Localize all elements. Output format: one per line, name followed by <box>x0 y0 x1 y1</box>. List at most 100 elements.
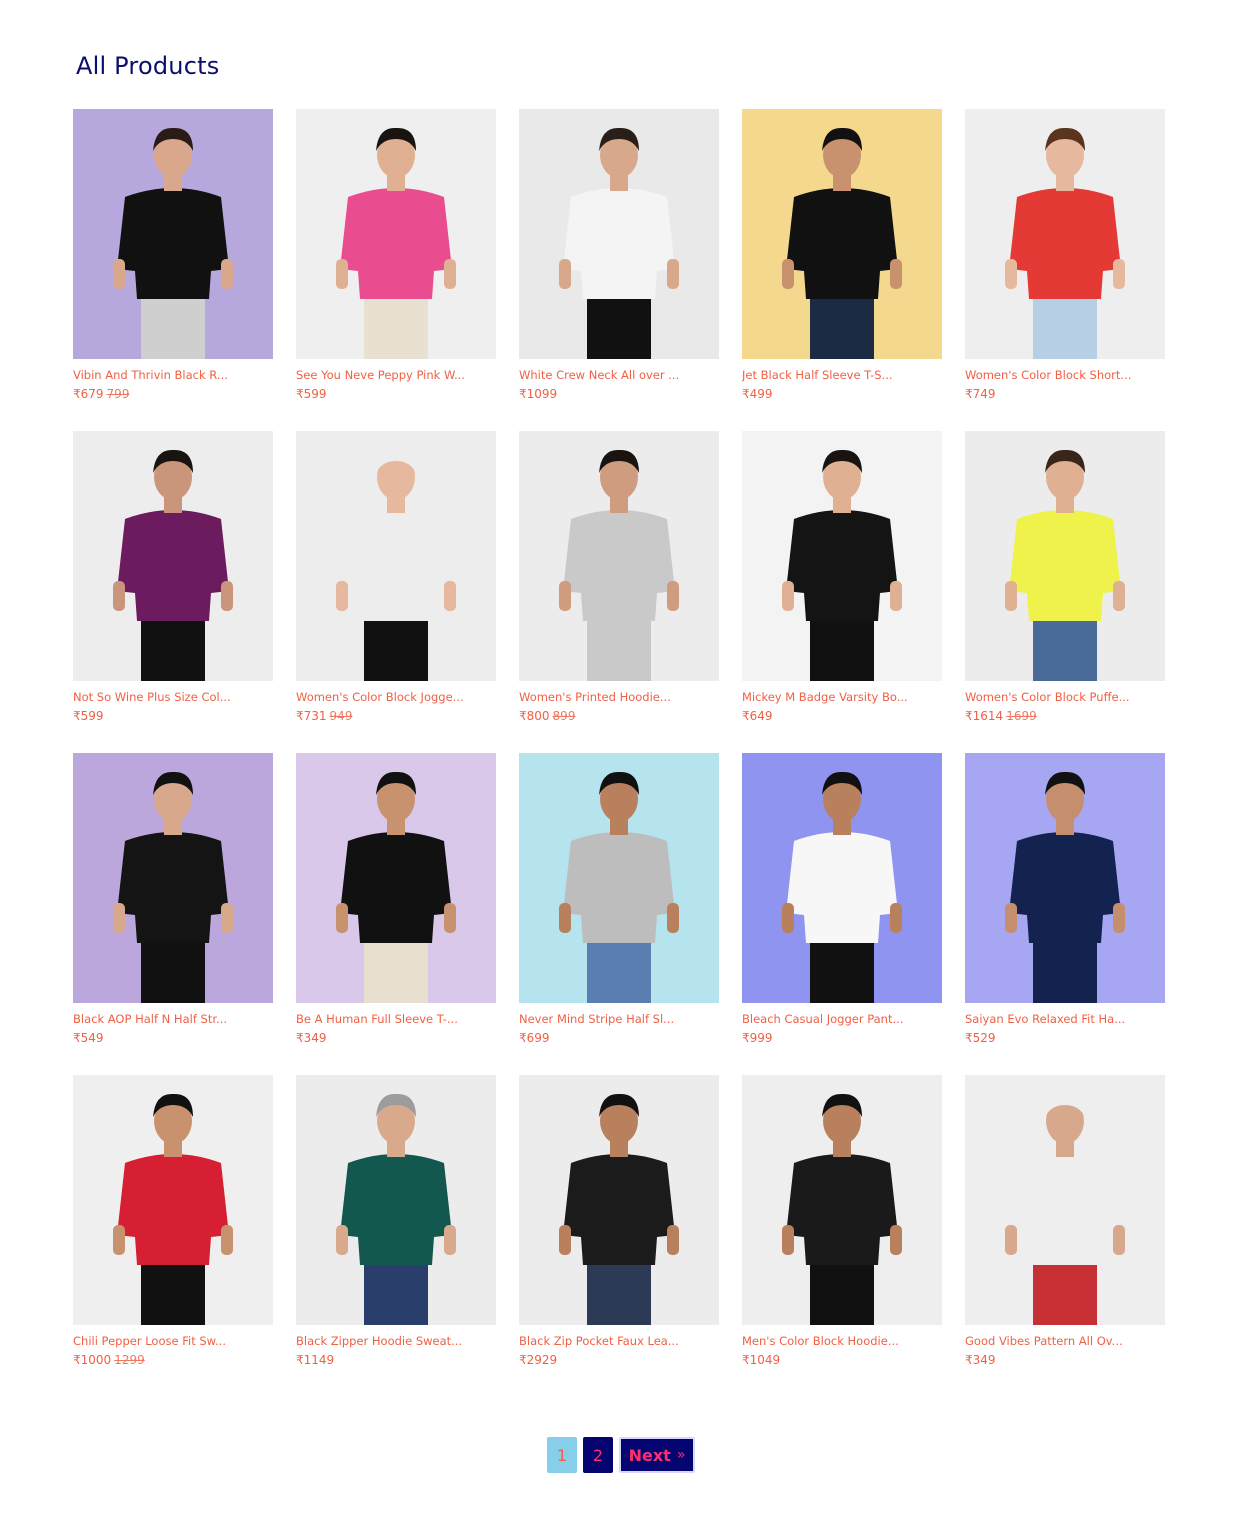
product-card[interactable]: Be A Human Full Sleeve T-... ₹349 <box>296 753 497 1045</box>
model-figure <box>782 1093 902 1325</box>
model-figure <box>113 771 233 1003</box>
product-image[interactable] <box>519 109 719 359</box>
product-card[interactable]: Bleach Casual Jogger Pant... ₹999 <box>742 753 943 1045</box>
product-name[interactable]: Black Zip Pocket Faux Lea... <box>519 1334 719 1348</box>
product-card[interactable]: Black Zip Pocket Faux Lea... ₹2929 <box>519 1075 720 1367</box>
model-figure <box>782 771 902 1003</box>
product-price: ₹1049 <box>742 1353 781 1367</box>
product-image[interactable] <box>519 1075 719 1325</box>
products-page: All Products Vibin And Thrivin Black R..… <box>0 0 1234 1517</box>
product-price: ₹749 <box>965 387 996 401</box>
price-line: ₹649 <box>742 709 773 723</box>
price-line: ₹800 899 <box>519 709 575 723</box>
price-line: ₹349 <box>965 1353 996 1367</box>
page-2-button[interactable]: 2 <box>583 1437 613 1473</box>
product-card[interactable]: Not So Wine Plus Size Col... ₹599 <box>73 431 274 723</box>
product-name[interactable]: Bleach Casual Jogger Pant... <box>742 1012 942 1026</box>
product-card[interactable]: See You Neve Peppy Pink W... ₹599 <box>296 109 497 401</box>
product-image[interactable] <box>965 753 1165 1003</box>
product-card[interactable]: Never Mind Stripe Half Sl... ₹699 <box>519 753 720 1045</box>
product-name[interactable]: Women's Color Block Jogge... <box>296 690 496 704</box>
product-image[interactable] <box>73 1075 273 1325</box>
model-figure <box>336 1093 456 1325</box>
page-title: All Products <box>76 52 220 80</box>
price-line: ₹2929 <box>519 1353 557 1367</box>
product-image[interactable] <box>742 753 942 1003</box>
product-image[interactable] <box>965 109 1165 359</box>
price-line: ₹599 <box>296 387 327 401</box>
product-name[interactable]: Jet Black Half Sleeve T-S... <box>742 368 942 382</box>
product-name[interactable]: Black Zipper Hoodie Sweat... <box>296 1334 496 1348</box>
product-image[interactable] <box>73 109 273 359</box>
product-image[interactable] <box>965 1075 1165 1325</box>
product-name[interactable]: Saiyan Evo Relaxed Fit Ha... <box>965 1012 1165 1026</box>
product-card[interactable]: Women's Color Block Jogge... ₹731 949 <box>296 431 497 723</box>
product-name[interactable]: White Crew Neck All over ... <box>519 368 719 382</box>
price-line: ₹1000 1299 <box>73 1353 145 1367</box>
product-price: ₹699 <box>519 1031 550 1045</box>
product-card[interactable]: Good Vibes Pattern All Ov... ₹349 <box>965 1075 1166 1367</box>
product-card[interactable]: Saiyan Evo Relaxed Fit Ha... ₹529 <box>965 753 1166 1045</box>
product-name[interactable]: Good Vibes Pattern All Ov... <box>965 1334 1165 1348</box>
product-price: ₹800 <box>519 709 550 723</box>
product-name[interactable]: Women's Printed Hoodie... <box>519 690 719 704</box>
product-name[interactable]: Men's Color Block Hoodie... <box>742 1334 942 1348</box>
product-name[interactable]: Chili Pepper Loose Fit Sw... <box>73 1334 273 1348</box>
product-image[interactable] <box>296 1075 496 1325</box>
product-image[interactable] <box>73 431 273 681</box>
product-name[interactable]: Women's Color Block Short... <box>965 368 1165 382</box>
product-price: ₹731 <box>296 709 327 723</box>
product-name[interactable]: Be A Human Full Sleeve T-... <box>296 1012 496 1026</box>
product-card[interactable]: Women's Printed Hoodie... ₹800 899 <box>519 431 720 723</box>
model-figure <box>336 449 456 681</box>
product-name[interactable]: Black AOP Half N Half Str... <box>73 1012 273 1026</box>
product-card[interactable]: Women's Color Block Puffe... ₹1614 1699 <box>965 431 1166 723</box>
product-card[interactable]: Men's Color Block Hoodie... ₹1049 <box>742 1075 943 1367</box>
product-image[interactable] <box>742 431 942 681</box>
product-image[interactable] <box>965 431 1165 681</box>
model-figure <box>113 127 233 359</box>
product-price: ₹1000 <box>73 1353 112 1367</box>
product-image[interactable] <box>296 753 496 1003</box>
product-price: ₹529 <box>965 1031 996 1045</box>
product-card[interactable]: Black Zipper Hoodie Sweat... ₹1149 <box>296 1075 497 1367</box>
price-line: ₹1614 1699 <box>965 709 1037 723</box>
model-figure <box>1005 771 1125 1003</box>
model-figure <box>1005 449 1125 681</box>
product-name[interactable]: Never Mind Stripe Half Sl... <box>519 1012 719 1026</box>
product-card[interactable]: Black AOP Half N Half Str... ₹549 <box>73 753 274 1045</box>
product-grid: Vibin And Thrivin Black R... ₹679 799 See Y… <box>73 109 1166 1367</box>
product-name[interactable]: Not So Wine Plus Size Col... <box>73 690 273 704</box>
model-figure <box>1005 127 1125 359</box>
product-image[interactable] <box>742 109 942 359</box>
product-image[interactable] <box>296 109 496 359</box>
next-page-button[interactable]: Next » <box>619 1437 695 1473</box>
pagination: 1 2 Next » <box>547 1437 695 1473</box>
product-original-price: 899 <box>552 709 576 723</box>
product-card[interactable]: White Crew Neck All over ... ₹1099 <box>519 109 720 401</box>
product-image[interactable] <box>73 753 273 1003</box>
product-card[interactable]: Chili Pepper Loose Fit Sw... ₹1000 1299 <box>73 1075 274 1367</box>
product-image[interactable] <box>519 431 719 681</box>
product-image[interactable] <box>742 1075 942 1325</box>
product-name[interactable]: Mickey M Badge Varsity Bo... <box>742 690 942 704</box>
product-original-price: 799 <box>106 387 130 401</box>
product-card[interactable]: Jet Black Half Sleeve T-S... ₹499 <box>742 109 943 401</box>
product-name[interactable]: Vibin And Thrivin Black R... <box>73 368 273 382</box>
price-line: ₹349 <box>296 1031 327 1045</box>
product-card[interactable]: Mickey M Badge Varsity Bo... ₹649 <box>742 431 943 723</box>
price-line: ₹1149 <box>296 1353 334 1367</box>
product-card[interactable]: Women's Color Block Short... ₹749 <box>965 109 1166 401</box>
model-figure <box>559 771 679 1003</box>
product-image[interactable] <box>296 431 496 681</box>
product-image[interactable] <box>519 753 719 1003</box>
price-line: ₹529 <box>965 1031 996 1045</box>
product-name[interactable]: See You Neve Peppy Pink W... <box>296 368 496 382</box>
page-1-button[interactable]: 1 <box>547 1437 577 1473</box>
model-figure <box>113 449 233 681</box>
product-card[interactable]: Vibin And Thrivin Black R... ₹679 799 <box>73 109 274 401</box>
product-price: ₹1614 <box>965 709 1004 723</box>
price-line: ₹999 <box>742 1031 773 1045</box>
product-name[interactable]: Women's Color Block Puffe... <box>965 690 1165 704</box>
product-original-price: 1699 <box>1006 709 1037 723</box>
